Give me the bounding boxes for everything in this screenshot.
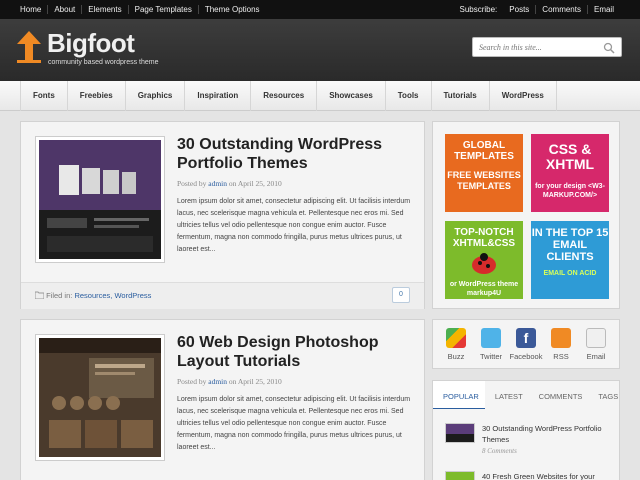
post-card: 30 Outstanding WordPress Portfolio Theme… (20, 121, 425, 309)
ad-subtext: for your design <W3-MARKUP.COM/> (535, 183, 605, 199)
ad-subtext: EMAIL ON ACID (543, 270, 597, 277)
sidebar-ads: GLOBAL TEMPLATES FREE WEBSITES TEMPLATES… (432, 121, 620, 309)
search-input[interactable] (479, 41, 599, 54)
entry-thumbnail (445, 423, 475, 443)
post-excerpt: Lorem ipsum dolor sit amet, consectetur … (177, 396, 411, 451)
social-links: Buzz Twitter f Facebook RSS Email (432, 319, 620, 369)
entry-title[interactable]: 30 Outstanding WordPress Portfolio Theme… (482, 423, 612, 445)
post-title[interactable]: 30 Outstanding WordPress Portfolio Theme… (177, 135, 417, 173)
popular-tabs-widget: POPULAR LATEST COMMENTS TAGS 30 Outstand… (432, 380, 620, 480)
nav-item-tools[interactable]: Tools (386, 81, 432, 111)
ad-heading: CSS & XHTML (545, 141, 595, 172)
entry-title[interactable]: 40 Fresh Green Websites for your (482, 471, 612, 480)
ad-banner-top-notch[interactable]: TOP-NOTCH XHTML&CSS or WordPress theme m… (445, 221, 523, 299)
site-tagline: community based wordpress theme (48, 59, 159, 66)
nav-item-showcases[interactable]: Showcases (317, 81, 386, 111)
top-bar: Home About Elements Page Templates Theme… (0, 0, 640, 19)
tab-popular[interactable]: POPULAR (433, 381, 485, 409)
post-excerpt: Lorem ipsum dolor sit amet, consectetur … (177, 198, 411, 253)
social-buzz[interactable]: Buzz (439, 328, 473, 361)
ad-banner-css-xhtml[interactable]: CSS & XHTML for your design <W3-MARKUP.C… (531, 134, 609, 212)
post-category-links[interactable]: Resources, WordPress (74, 291, 151, 300)
folder-icon (34, 291, 45, 300)
social-label: RSS (553, 352, 569, 361)
post-meta: Posted by admin on April 25, 2010 (177, 179, 282, 188)
buzz-icon (446, 328, 466, 348)
post-thumbnail[interactable] (35, 334, 165, 461)
post-title[interactable]: 60 Web Design Photoshop Layout Tutorials (177, 333, 417, 371)
entry-comment-count: 8 Comments (482, 447, 517, 455)
category-nav: Fonts Freebies Graphics Inspiration Reso… (0, 81, 640, 111)
envelope-icon (586, 328, 606, 348)
social-label: Facebook (509, 352, 543, 361)
ad-subtext: FREE WEBSITES TEMPLATES (447, 170, 521, 191)
post-thumbnail-image (39, 140, 161, 259)
post-author-link[interactable]: admin (208, 377, 227, 386)
search-box (472, 37, 622, 57)
site-header: Bigfoot community based wordpress theme (0, 19, 640, 81)
tab-comments[interactable]: COMMENTS (529, 381, 589, 409)
post-footer: Filed in: Resources, WordPress 0 (21, 282, 424, 309)
filed-in-label: Filed in: (46, 291, 73, 300)
post-categories: Filed in: Resources, WordPress (34, 291, 151, 300)
logo-arrow-icon[interactable] (17, 31, 41, 63)
tab-latest[interactable]: LATEST (485, 381, 529, 409)
nav-item-freebies[interactable]: Freebies (68, 81, 126, 111)
ad-heading: GLOBAL TEMPLATES (454, 140, 514, 162)
post-thumbnail-image (39, 338, 161, 457)
posted-by-label: Posted by (177, 179, 207, 188)
nav-item-tutorials[interactable]: Tutorials (432, 81, 490, 111)
top-link-page-templates[interactable]: Page Templates (127, 5, 198, 14)
ad-heading: TOP-NOTCH XHTML&CSS (452, 227, 516, 249)
post-meta: Posted by admin on April 25, 2010 (177, 377, 282, 386)
top-link-about[interactable]: About (47, 5, 81, 14)
social-label: Twitter (479, 352, 503, 361)
ladybug-icon (472, 253, 496, 274)
top-link-theme-options[interactable]: Theme Options (197, 5, 266, 14)
nav-item-graphics[interactable]: Graphics (126, 81, 186, 111)
rss-icon (551, 328, 571, 348)
ad-banner-email-clients[interactable]: IN THE TOP 15 EMAIL CLIENTS EMAIL ON ACI… (531, 221, 609, 299)
subscribe-email-link[interactable]: Email (586, 5, 620, 14)
nav-item-inspiration[interactable]: Inspiration (185, 81, 252, 111)
social-label: Buzz (447, 352, 465, 361)
nav-item-resources[interactable]: Resources (251, 81, 318, 111)
ad-subtext: or WordPress theme markup4U (449, 281, 519, 297)
entry-thumbnail (445, 471, 475, 480)
post-date: on April 25, 2010 (228, 377, 282, 386)
post-card: 60 Web Design Photoshop Layout Tutorials… (20, 319, 425, 480)
post-date: on April 25, 2010 (228, 179, 282, 188)
top-link-home[interactable]: Home (14, 5, 47, 14)
social-facebook[interactable]: f Facebook (509, 328, 543, 361)
post-author-link[interactable]: admin (208, 179, 227, 188)
subscribe-comments-link[interactable]: Comments (535, 5, 587, 14)
subscribe-posts-link[interactable]: Posts (503, 5, 535, 14)
top-links: Home About Elements Page Templates Theme… (14, 5, 266, 14)
social-email[interactable]: Email (579, 328, 613, 361)
social-twitter[interactable]: Twitter (474, 328, 508, 361)
social-label: Email (586, 352, 606, 361)
social-rss[interactable]: RSS (544, 328, 578, 361)
subscribe-label: Subscribe: (459, 5, 498, 14)
tab-row: POPULAR LATEST COMMENTS TAGS (433, 381, 619, 409)
twitter-icon (481, 328, 501, 348)
ad-banner-global-templates[interactable]: GLOBAL TEMPLATES FREE WEBSITES TEMPLATES (445, 134, 523, 212)
ad-heading: IN THE TOP 15 EMAIL CLIENTS (531, 227, 609, 263)
post-thumbnail[interactable] (35, 136, 165, 263)
nav-item-wordpress[interactable]: WordPress (490, 81, 557, 111)
posted-by-label: Posted by (177, 377, 207, 386)
site-title[interactable]: Bigfoot (47, 28, 135, 59)
top-link-elements[interactable]: Elements (81, 5, 127, 14)
comment-count-badge[interactable]: 0 (392, 287, 410, 303)
facebook-icon: f (516, 328, 536, 348)
search-icon[interactable] (603, 42, 615, 54)
subscribe-links: Subscribe: Posts Comments Email (459, 5, 620, 14)
tab-tags[interactable]: TAGS (588, 381, 624, 409)
nav-item-fonts[interactable]: Fonts (21, 81, 68, 111)
